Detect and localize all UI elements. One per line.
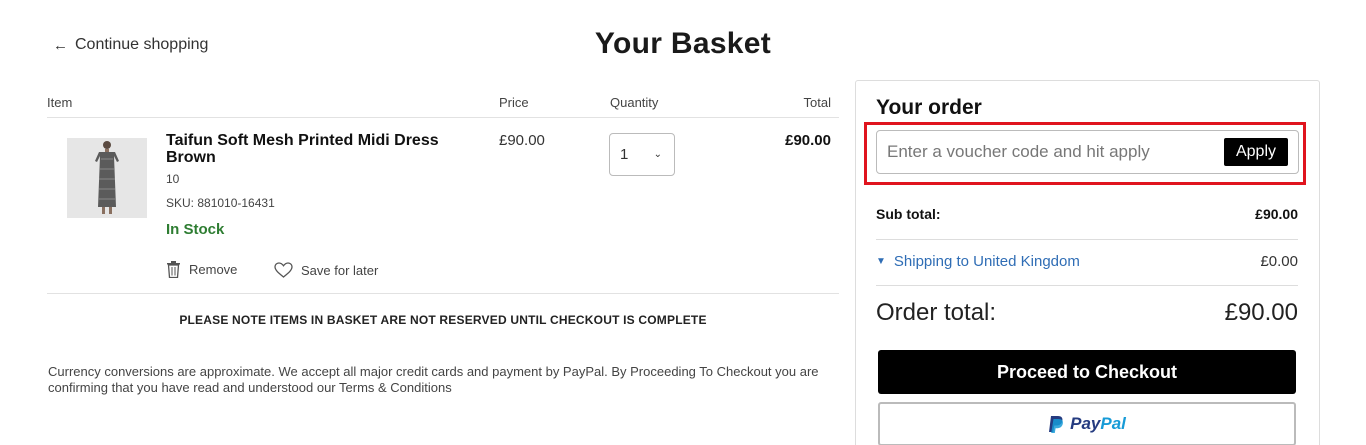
- remove-label: Remove: [189, 262, 238, 277]
- item-total: £90.00: [785, 132, 831, 149]
- apply-voucher-button[interactable]: Apply: [1223, 138, 1288, 166]
- order-total-value: £90.00: [1224, 299, 1298, 326]
- save-for-later-button[interactable]: Save for later: [274, 262, 378, 278]
- shipping-toggle[interactable]: ▼ Shipping to United Kingdom: [876, 253, 1080, 270]
- column-header-total: Total: [803, 95, 831, 110]
- column-header-item: Item: [47, 95, 73, 110]
- shipping-row: ▼ Shipping to United Kingdom £0.00: [876, 253, 1298, 270]
- order-total-label: Order total:: [876, 299, 997, 326]
- paypal-word-pay: Pay: [1070, 414, 1101, 433]
- order-summary-title: Your order: [876, 96, 982, 119]
- paypal-wordmark: PayPal: [1070, 414, 1126, 434]
- paypal-button[interactable]: PayPal: [878, 402, 1296, 445]
- page-title: Your Basket: [594, 27, 772, 60]
- subtotal-value: £90.00: [1255, 206, 1298, 222]
- stock-status: In Stock: [166, 221, 225, 238]
- column-header-price: Price: [499, 95, 529, 110]
- item-price: £90.00: [499, 132, 545, 149]
- quantity-value: 1: [620, 146, 629, 163]
- column-header-quantity: Quantity: [610, 95, 659, 110]
- save-for-later-label: Save for later: [301, 262, 379, 278]
- dress-figure-icon: [95, 141, 119, 214]
- subtotal-label: Sub total:: [876, 206, 941, 222]
- proceed-to-checkout-button[interactable]: Proceed to Checkout: [878, 350, 1296, 394]
- summary-divider: [876, 239, 1298, 240]
- quantity-select[interactable]: 1 ⌄: [609, 133, 675, 176]
- paypal-word-pal: Pal: [1100, 414, 1126, 433]
- subtotal-row: Sub total: £90.00: [876, 206, 1298, 222]
- table-header: Item Price Quantity Total: [47, 95, 839, 118]
- remove-button[interactable]: Remove: [166, 261, 237, 278]
- product-image[interactable]: [67, 138, 147, 218]
- basket-notice: PLEASE NOTE ITEMS IN BASKET ARE NOT RESE…: [179, 313, 707, 327]
- order-total-row: Order total: £90.00: [876, 299, 1298, 327]
- trash-icon: [167, 261, 180, 278]
- product-size: 10: [166, 172, 180, 186]
- checkout-disclaimer: Currency conversions are approximate. We…: [48, 364, 819, 395]
- voucher-field-container: Apply: [876, 130, 1299, 174]
- summary-divider: [876, 285, 1298, 286]
- chevron-down-icon: ⌄: [653, 149, 662, 160]
- paypal-logo-icon: [1049, 415, 1064, 433]
- product-sku: SKU: 881010-16431: [166, 196, 275, 210]
- chevron-down-icon: ▼: [876, 256, 886, 267]
- shipping-label: Shipping to United Kingdom: [893, 253, 1080, 270]
- row-divider: [47, 293, 839, 294]
- voucher-input[interactable]: [887, 142, 1224, 162]
- shipping-value: £0.00: [1260, 253, 1298, 270]
- product-name[interactable]: Taifun Soft Mesh Printed Midi Dress Brow…: [166, 132, 486, 166]
- heart-icon: [274, 262, 293, 278]
